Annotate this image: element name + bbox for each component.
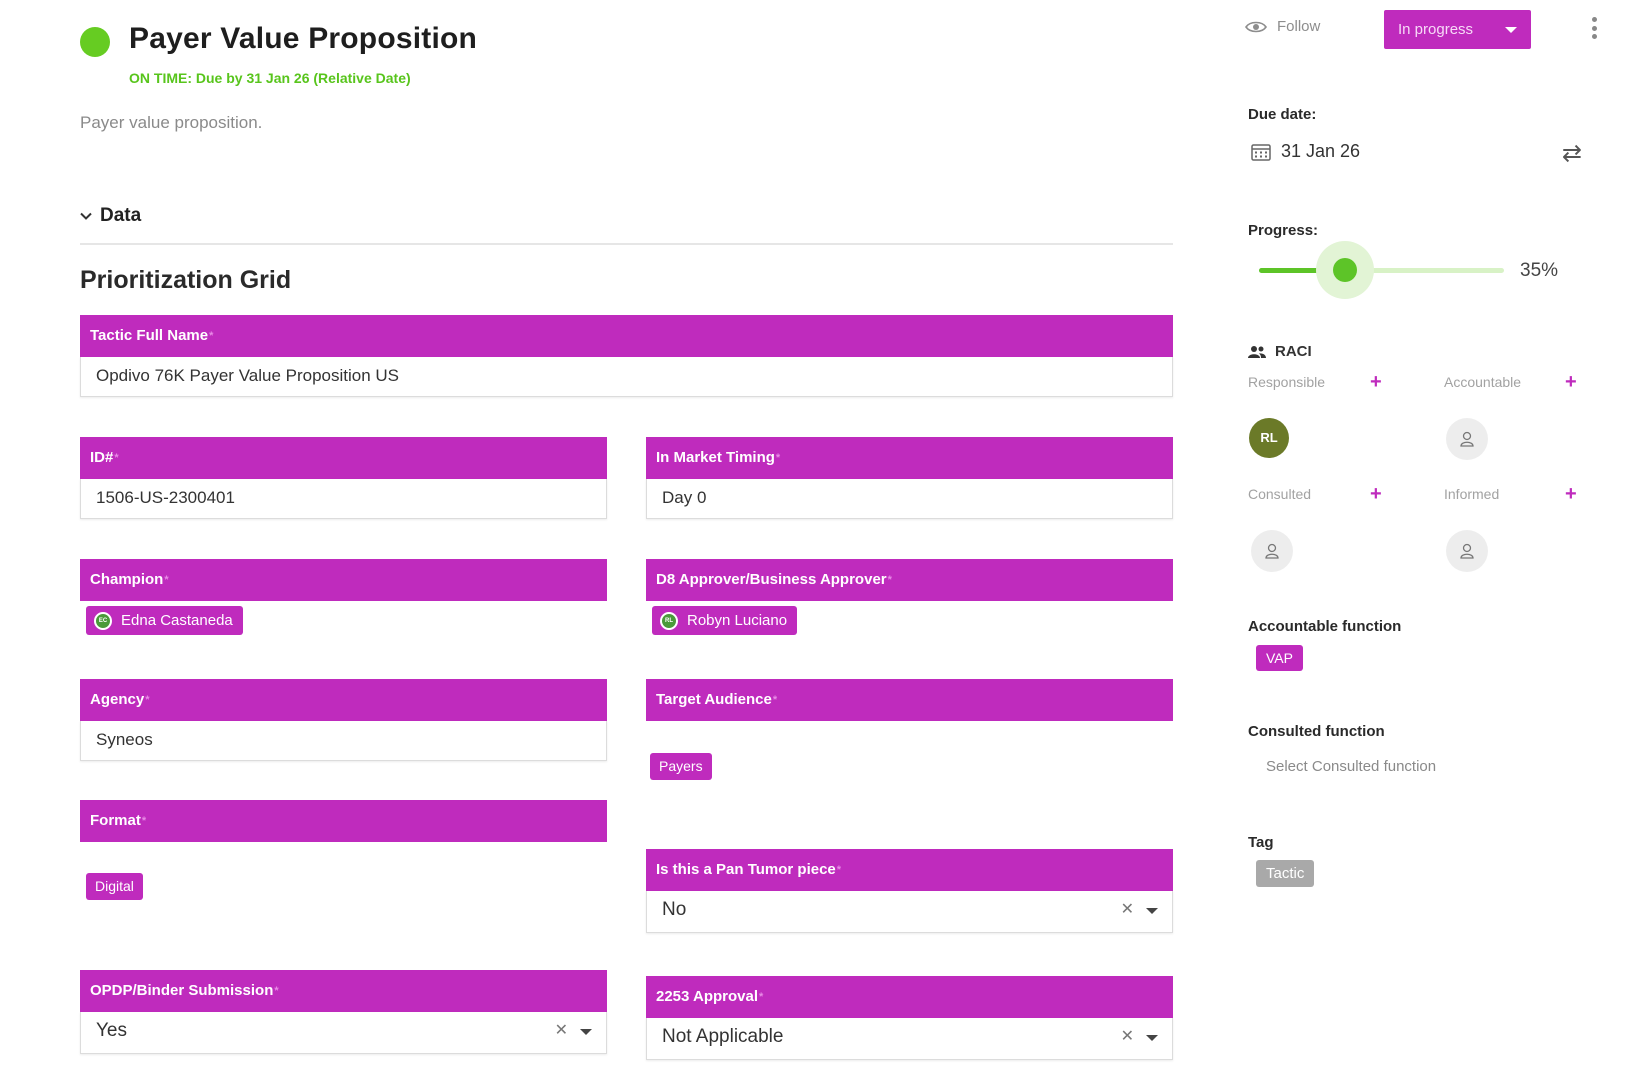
in-market-timing-input[interactable]: Day 0 bbox=[646, 479, 1173, 519]
opdp-label: OPDP/Binder Submission* bbox=[80, 970, 607, 1012]
approver-name: Robyn Luciano bbox=[687, 612, 788, 629]
add-consulted-plus-icon[interactable]: + bbox=[1370, 484, 1382, 504]
responsible-avatar[interactable]: RL bbox=[1249, 418, 1289, 458]
field-label-text: Format bbox=[90, 812, 141, 829]
progress-slider-thumb[interactable] bbox=[1332, 258, 1357, 282]
chevron-down-icon bbox=[80, 212, 92, 220]
clear-icon[interactable]: ✕ bbox=[1121, 891, 1134, 929]
section-label: Data bbox=[100, 205, 142, 226]
accountable-label: Accountable bbox=[1444, 374, 1522, 390]
id-label: ID#* bbox=[80, 437, 607, 479]
pan-tumor-select[interactable]: No ✕ bbox=[646, 891, 1173, 933]
clear-icon[interactable]: ✕ bbox=[555, 1012, 568, 1050]
opdp-value: Yes bbox=[96, 1020, 127, 1041]
informed-label: Informed bbox=[1444, 486, 1500, 502]
approval-2253-label: 2253 Approval* bbox=[646, 976, 1173, 1018]
add-responsible-plus-icon[interactable]: + bbox=[1370, 372, 1382, 392]
target-audience-chip[interactable]: Payers bbox=[650, 753, 712, 780]
pan-tumor-value: No bbox=[662, 899, 687, 920]
target-audience-label: Target Audience* bbox=[646, 679, 1173, 721]
clear-icon[interactable]: ✕ bbox=[1121, 1018, 1134, 1056]
in-market-timing-label: In Market Timing* bbox=[646, 437, 1173, 479]
consulted-label: Consulted bbox=[1248, 486, 1312, 502]
tag-chip[interactable]: Tactic bbox=[1256, 860, 1315, 887]
approval-2253-value: Not Applicable bbox=[662, 1026, 784, 1047]
approver-chip[interactable]: RL Robyn Luciano bbox=[652, 606, 798, 635]
informed-avatar-placeholder[interactable] bbox=[1446, 530, 1488, 572]
status-dot bbox=[80, 27, 110, 57]
add-accountable-plus-icon[interactable]: + bbox=[1565, 372, 1577, 392]
data-section-toggle[interactable]: Data bbox=[80, 205, 141, 227]
field-label-text: In Market Timing bbox=[656, 449, 775, 466]
consulted-avatar-placeholder[interactable] bbox=[1251, 530, 1293, 572]
caret-down-icon[interactable] bbox=[1146, 908, 1158, 914]
due-date-label: Due date: bbox=[1248, 106, 1317, 123]
consulted-function-label: Consulted function bbox=[1248, 723, 1385, 740]
field-label-text: ID# bbox=[90, 449, 114, 466]
field-label-text: Agency bbox=[90, 691, 145, 708]
page-title: Payer Value Proposition bbox=[129, 22, 478, 55]
accountable-avatar-placeholder[interactable] bbox=[1446, 418, 1488, 460]
raci-heading: RACI bbox=[1248, 343, 1312, 360]
status-label: In progress bbox=[1398, 21, 1474, 38]
eye-icon bbox=[1245, 21, 1267, 32]
field-label-text: D8 Approver/Business Approver bbox=[656, 571, 887, 588]
field-label-text: Is this a Pan Tumor piece bbox=[656, 861, 836, 878]
on-time-status: ON TIME: Due by 31 Jan 26 (Relative Date… bbox=[129, 70, 411, 86]
tactic-full-name-label: Tactic Full Name* bbox=[80, 315, 1173, 357]
users-icon bbox=[1248, 345, 1266, 358]
tag-label: Tag bbox=[1248, 834, 1274, 851]
pan-tumor-label: Is this a Pan Tumor piece* bbox=[646, 849, 1173, 891]
status-dropdown[interactable]: In progress bbox=[1384, 10, 1531, 49]
task-description[interactable]: Payer value proposition. bbox=[80, 113, 262, 133]
approver-label: D8 Approver/Business Approver* bbox=[646, 559, 1173, 601]
format-chip[interactable]: Digital bbox=[86, 873, 143, 900]
field-label-text: Tactic Full Name bbox=[90, 327, 209, 344]
calendar-icon bbox=[1251, 143, 1271, 161]
caret-down-icon[interactable] bbox=[580, 1029, 592, 1035]
follow-button[interactable]: Follow bbox=[1245, 18, 1320, 35]
format-label: Format* bbox=[80, 800, 607, 842]
champion-label: Champion* bbox=[80, 559, 607, 601]
opdp-select[interactable]: Yes ✕ bbox=[80, 1012, 607, 1054]
raci-title: RACI bbox=[1275, 343, 1312, 360]
responsible-label: Responsible bbox=[1248, 374, 1326, 390]
progress-label: Progress: bbox=[1248, 222, 1319, 239]
consulted-function-select[interactable]: Select Consulted function bbox=[1266, 758, 1436, 775]
grid-title: Prioritization Grid bbox=[80, 266, 292, 294]
champion-chip[interactable]: EC Edna Castaneda bbox=[86, 606, 243, 635]
champion-name: Edna Castaneda bbox=[121, 612, 233, 629]
swap-icon[interactable]: ⇄ bbox=[1562, 139, 1582, 168]
avatar: RL bbox=[660, 611, 678, 630]
agency-label: Agency* bbox=[80, 679, 607, 721]
agency-input[interactable]: Syneos bbox=[80, 721, 607, 761]
divider bbox=[80, 243, 1173, 245]
user-icon bbox=[1460, 543, 1474, 559]
accountable-function-label: Accountable function bbox=[1248, 618, 1402, 635]
due-date-field[interactable]: 31 Jan 26 bbox=[1251, 141, 1360, 162]
caret-down-icon bbox=[1505, 27, 1517, 33]
caret-down-icon[interactable] bbox=[1146, 1035, 1158, 1041]
follow-label: Follow bbox=[1277, 18, 1321, 35]
user-icon bbox=[1265, 543, 1279, 559]
field-label-text: Target Audience bbox=[656, 691, 772, 708]
tactic-full-name-input[interactable]: Opdivo 76K Payer Value Proposition US bbox=[80, 357, 1173, 397]
add-informed-plus-icon[interactable]: + bbox=[1565, 484, 1577, 504]
user-icon bbox=[1460, 431, 1474, 447]
approval-2253-select[interactable]: Not Applicable ✕ bbox=[646, 1018, 1173, 1060]
kebab-icon[interactable] bbox=[1592, 17, 1598, 39]
field-label-text: OPDP/Binder Submission bbox=[90, 982, 274, 999]
field-label-text: 2253 Approval bbox=[656, 988, 758, 1005]
field-label-text: Champion bbox=[90, 571, 164, 588]
accountable-function-chip[interactable]: VAP bbox=[1256, 645, 1303, 671]
id-input[interactable]: 1506-US-2300401 bbox=[80, 479, 607, 519]
due-date-value: 31 Jan 26 bbox=[1281, 141, 1361, 161]
progress-value: 35% bbox=[1520, 260, 1559, 281]
avatar: EC bbox=[94, 611, 112, 630]
